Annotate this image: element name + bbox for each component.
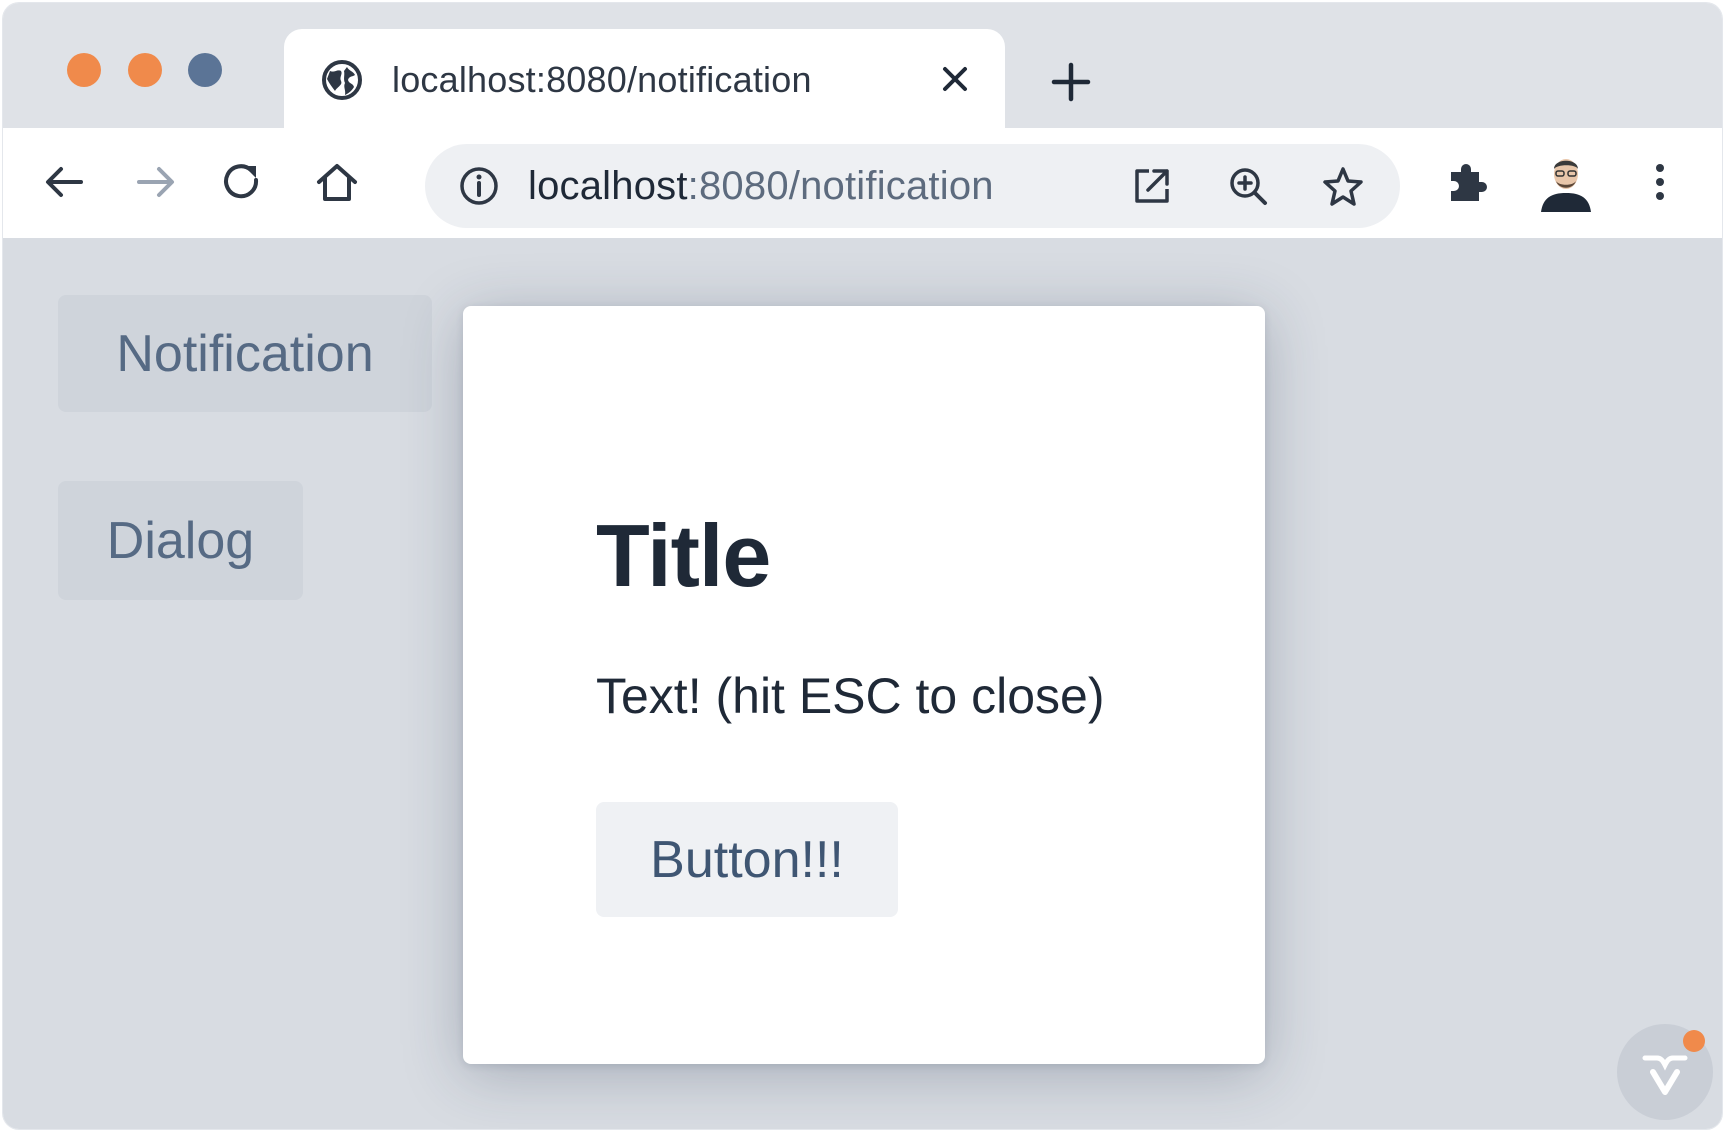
dialog-title: Title (596, 506, 771, 605)
arrow-right-icon[interactable] (131, 158, 179, 206)
url-text[interactable]: localhost:8080/notification (528, 162, 994, 210)
address-bar[interactable]: localhost:8080/notification (425, 144, 1400, 228)
notification-button[interactable]: Notification (58, 295, 432, 412)
minimize-window-button[interactable] (128, 53, 162, 87)
external-link-icon[interactable] (1130, 164, 1174, 208)
avatar[interactable] (1537, 150, 1595, 212)
modal-dialog: Title Text! (hit ESC to close) Button!!! (463, 306, 1265, 1064)
reload-icon[interactable] (218, 158, 266, 206)
info-icon[interactable] (459, 166, 499, 206)
page-content: Notification Dialog Title Text! (hit ESC… (3, 238, 1722, 1129)
notification-dot (1683, 1030, 1705, 1052)
kebab-menu-icon[interactable] (1636, 158, 1684, 206)
new-tab-icon[interactable] (1050, 61, 1092, 103)
browser-window: localhost:8080/notification localhost:80… (3, 3, 1722, 1129)
browser-tab[interactable]: localhost:8080/notification (284, 29, 1005, 128)
url-path: :8080/notification (687, 164, 994, 208)
close-tab-icon[interactable] (939, 63, 971, 95)
arrow-left-icon[interactable] (41, 158, 89, 206)
puzzle-icon[interactable] (1443, 158, 1491, 206)
browser-toolbar: localhost:8080/notification (3, 128, 1722, 238)
maximize-window-button[interactable] (188, 53, 222, 87)
globe-icon (322, 60, 362, 100)
dialog-action-button[interactable]: Button!!! (596, 802, 898, 917)
star-icon[interactable] (1321, 164, 1365, 208)
tab-strip: localhost:8080/notification (3, 3, 1722, 128)
zoom-in-icon[interactable] (1226, 164, 1270, 208)
home-icon[interactable] (313, 158, 361, 206)
tab-title: localhost:8080/notification (392, 59, 812, 100)
dialog-button[interactable]: Dialog (58, 481, 303, 600)
dialog-text: Text! (hit ESC to close) (596, 668, 1105, 724)
url-host: localhost (528, 164, 688, 208)
close-window-button[interactable] (67, 53, 101, 87)
